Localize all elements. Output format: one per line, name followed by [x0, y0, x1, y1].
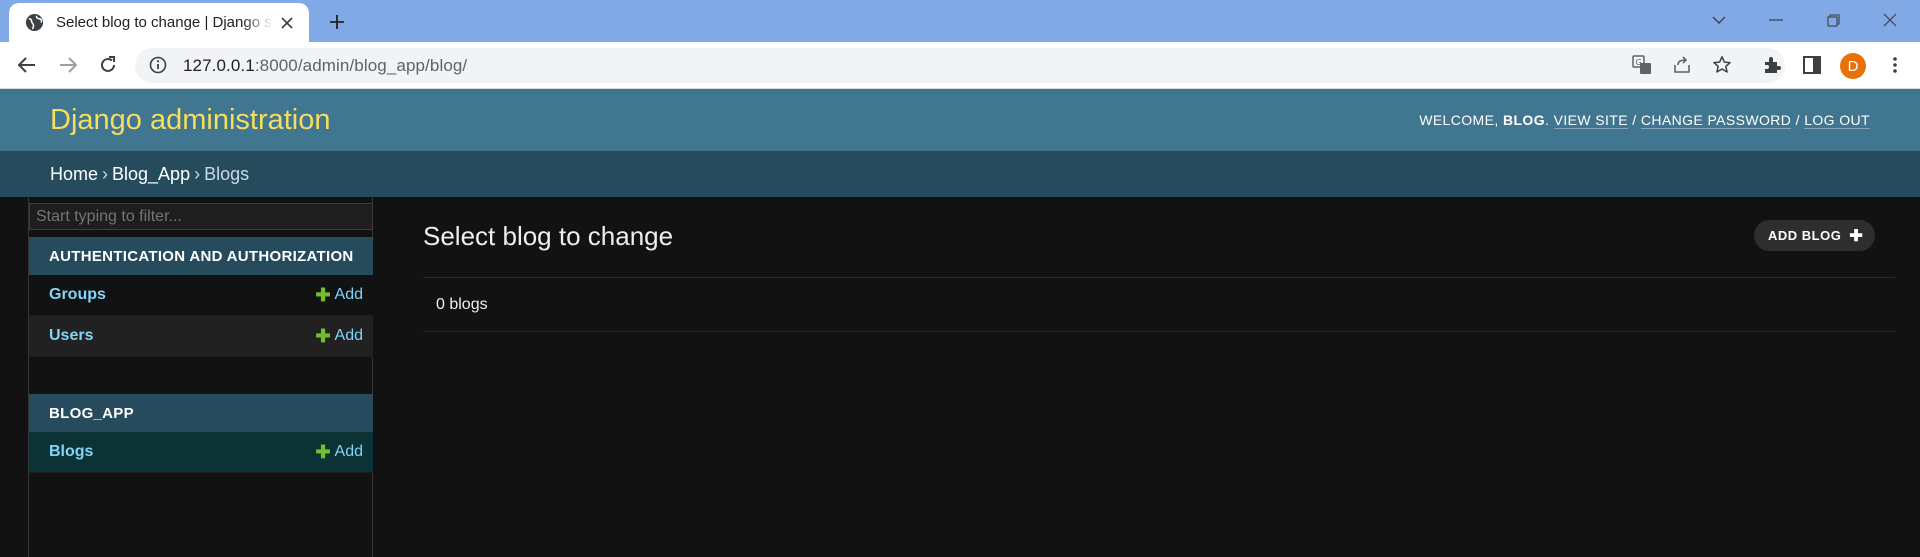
sidebar-item-groups: Groups ✚ Add	[29, 275, 373, 316]
sidepanel-icon[interactable]	[1797, 50, 1827, 80]
add-blog-label: ADD BLOG	[1768, 228, 1842, 243]
share-icon[interactable]	[1667, 50, 1697, 80]
nav-filter-input[interactable]	[29, 203, 373, 230]
reload-icon[interactable]	[92, 49, 124, 81]
user-tools-separator: /	[1795, 112, 1800, 128]
avatar-letter: D	[1847, 57, 1859, 75]
model-link[interactable]: Blogs	[49, 443, 93, 461]
username: BLOG	[1502, 112, 1545, 128]
add-label: Add	[334, 327, 363, 344]
minimize-icon[interactable]	[1756, 4, 1796, 36]
plus-icon: ✚	[1849, 227, 1864, 245]
globe-icon	[25, 13, 44, 32]
add-blog-button[interactable]: ADD BLOG ✚	[1754, 220, 1876, 251]
add-users-link[interactable]: ✚ Add	[315, 326, 363, 347]
extensions-icon[interactable]	[1757, 50, 1787, 80]
back-icon[interactable]	[11, 49, 43, 81]
add-label: Add	[334, 286, 363, 303]
breadcrumb: Home › Blog_App › Blogs	[0, 151, 1920, 197]
page-title: Select blog to change	[423, 221, 674, 251]
tab-title: Select blog to change | Django site admi…	[56, 14, 273, 31]
module-auth: AUTHENTICATION AND AUTHORIZATION Groups …	[29, 237, 373, 357]
breadcrumb-separator: ›	[102, 163, 109, 184]
module-caption[interactable]: BLOG_APP	[29, 394, 373, 432]
translate-icon[interactable]: G	[1627, 50, 1657, 80]
module-caption[interactable]: AUTHENTICATION AND AUTHORIZATION	[29, 237, 373, 275]
browser-toolbar: 127.0.0.1:8000/admin/blog_app/blog/ G D	[0, 42, 1920, 89]
breadcrumb-current: Blogs	[204, 163, 250, 184]
welcome-text: WELCOME,	[1419, 112, 1499, 128]
result-count-text: 0 blogs	[436, 295, 488, 313]
info-icon[interactable]	[149, 56, 169, 76]
chevron-down-icon[interactable]	[1699, 4, 1739, 36]
url-text: 127.0.0.1:8000/admin/blog_app/blog/	[183, 55, 468, 75]
plus-icon[interactable]	[324, 9, 350, 35]
close-icon[interactable]	[277, 13, 297, 33]
result-count: 0 blogs	[423, 277, 1895, 332]
log-out-link[interactable]: LOG OUT	[1804, 112, 1870, 129]
star-icon[interactable]	[1707, 50, 1737, 80]
forward-icon[interactable]	[52, 49, 84, 81]
admin-header: Django administration WELCOME, BLOG. VIE…	[0, 89, 1920, 151]
add-blogs-link[interactable]: ✚ Add	[315, 442, 363, 463]
breadcrumb-app[interactable]: Blog_App	[112, 164, 190, 185]
change-password-link[interactable]: CHANGE PASSWORD	[1640, 112, 1792, 129]
svg-text:G: G	[1636, 58, 1642, 67]
module-blog-app: BLOG_APP Blogs ✚ Add	[29, 394, 373, 473]
window-close-icon[interactable]	[1870, 4, 1910, 36]
user-tools-separator: /	[1632, 112, 1637, 128]
sidebar-item-blogs: Blogs ✚ Add	[29, 432, 373, 473]
model-link[interactable]: Users	[49, 327, 93, 345]
user-tools: WELCOME, BLOG. VIEW SITE / CHANGE PASSWO…	[1419, 112, 1870, 129]
site-branding[interactable]: Django administration	[50, 104, 330, 137]
restore-icon[interactable]	[1813, 4, 1853, 36]
add-groups-link[interactable]: ✚ Add	[315, 285, 363, 306]
profile-avatar[interactable]: D	[1840, 53, 1866, 79]
add-icon: ✚	[315, 284, 331, 305]
breadcrumb-separator: ›	[194, 163, 201, 184]
add-label: Add	[334, 443, 363, 460]
nav-sidebar: AUTHENTICATION AND AUTHORIZATION Groups …	[28, 197, 373, 557]
address-bar[interactable]: 127.0.0.1:8000/admin/blog_app/blog/	[135, 48, 1785, 83]
sidebar-item-users: Users ✚ Add	[29, 316, 373, 357]
welcome-period: .	[1544, 112, 1550, 128]
browser-tab-active[interactable]: Select blog to change | Django site admi…	[9, 3, 309, 42]
kebab-menu-icon[interactable]	[1880, 50, 1910, 80]
breadcrumb-home[interactable]: Home	[50, 164, 98, 185]
add-icon: ✚	[315, 325, 331, 346]
browser-tab-strip: Select blog to change | Django site admi…	[0, 0, 1920, 42]
view-site-link[interactable]: VIEW SITE	[1553, 112, 1628, 129]
model-link[interactable]: Groups	[49, 286, 106, 304]
add-icon: ✚	[315, 441, 331, 462]
